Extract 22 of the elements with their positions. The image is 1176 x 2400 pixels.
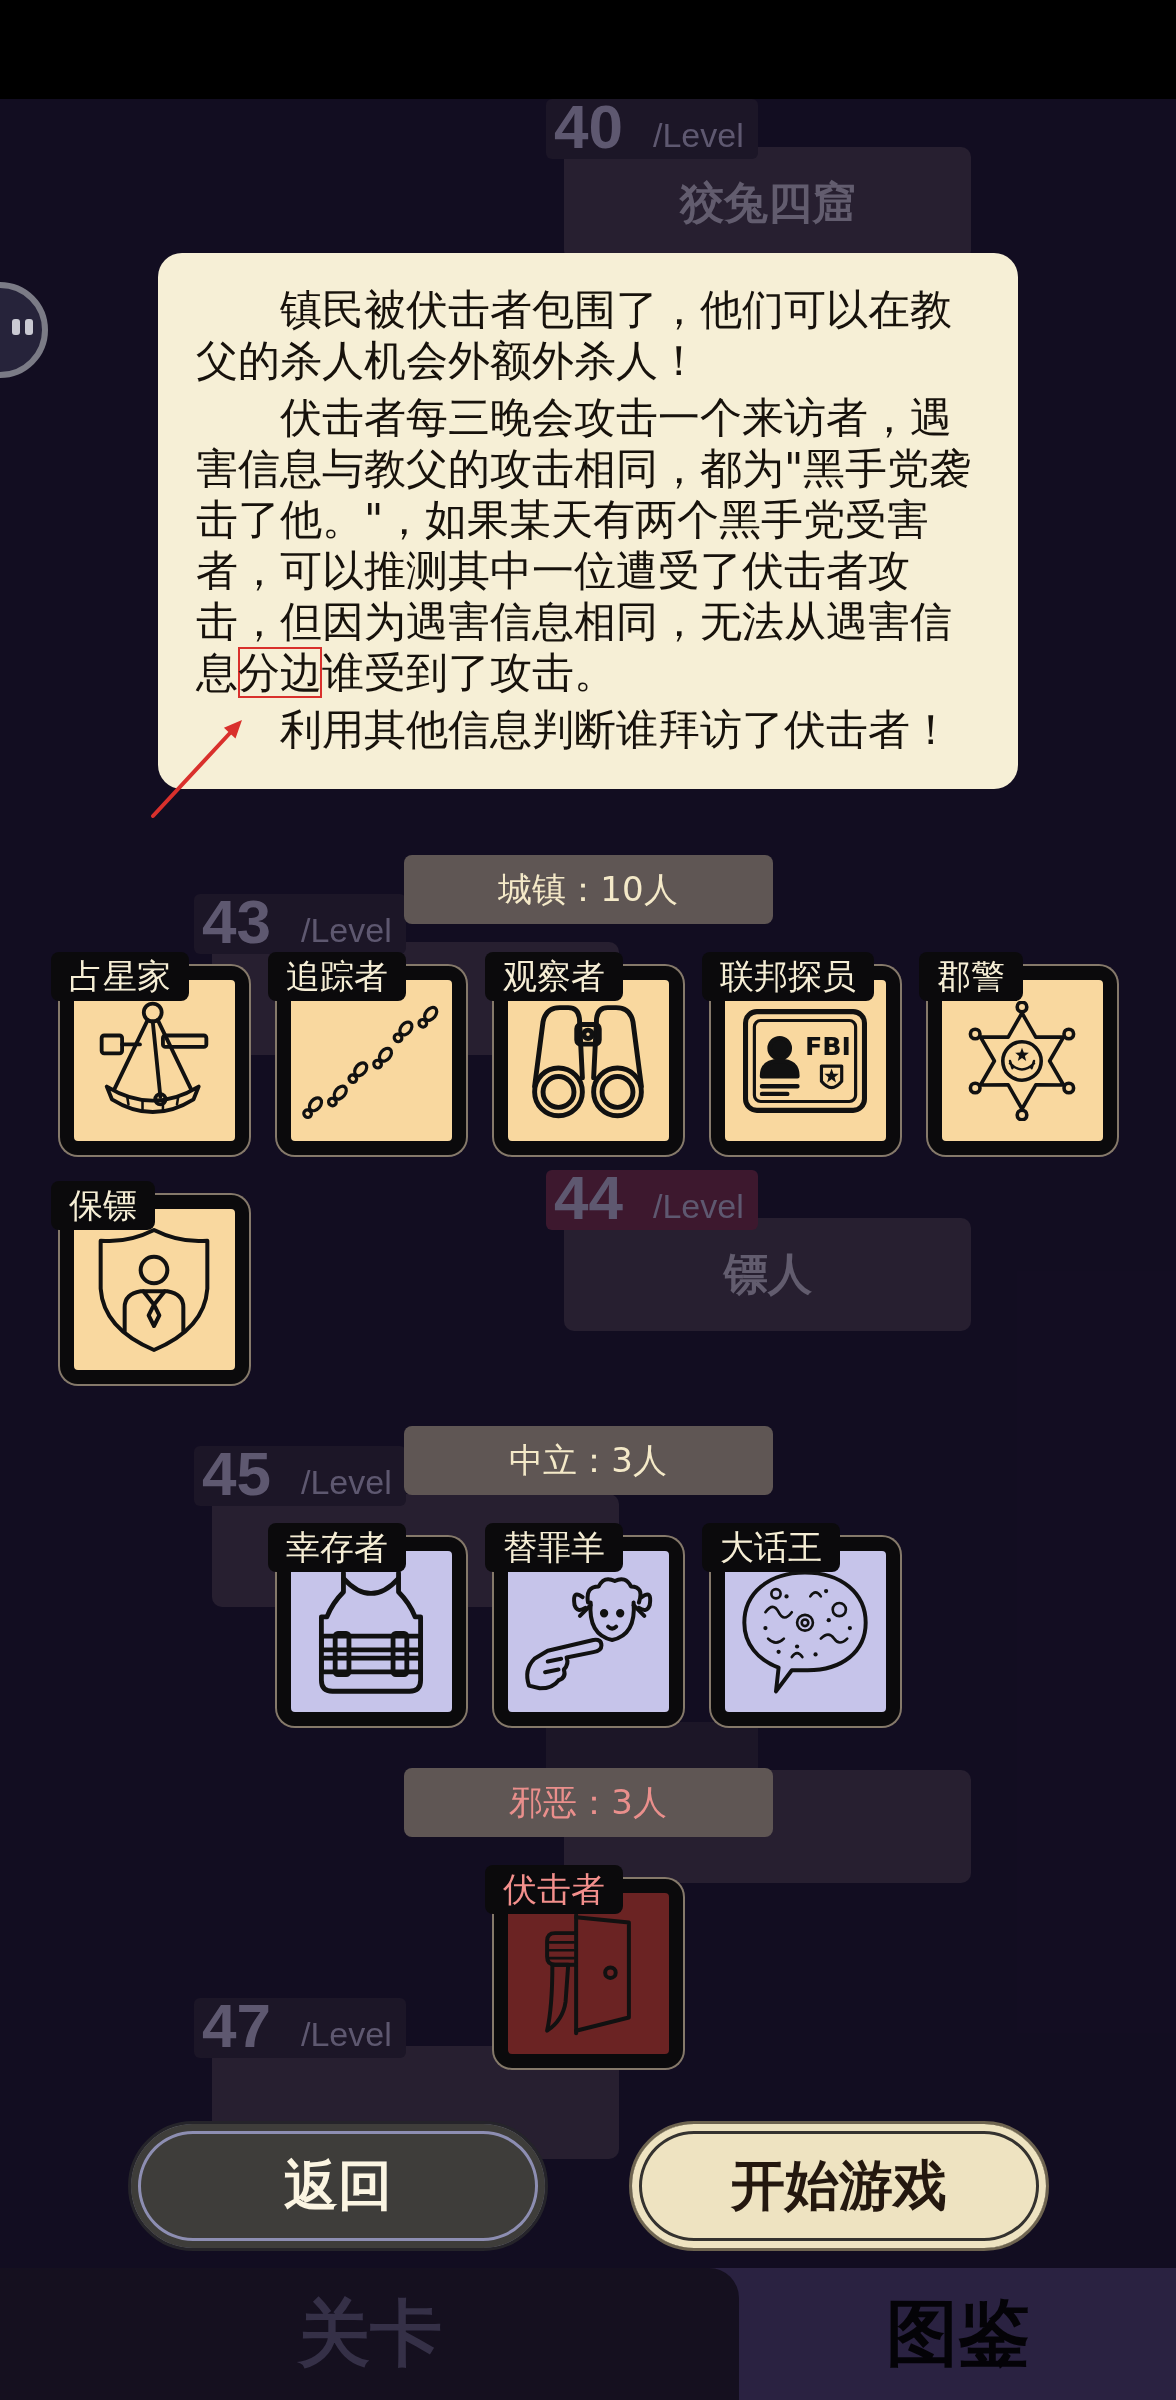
role-name-tag: 伏击者	[484, 1865, 623, 1914]
level-number: 43	[202, 894, 271, 950]
level-unit: /Level	[300, 2014, 392, 2054]
section-header: 中立：3人	[403, 1426, 773, 1495]
level-unit: /Level	[300, 910, 392, 950]
section-header: 城镇：10人	[403, 855, 773, 924]
role-name-tag: 联邦探员	[701, 952, 874, 1001]
card-label: FBI	[805, 1031, 851, 1061]
role-name-tag: 追踪者	[267, 952, 406, 1001]
tooltip-paragraph: 利用其他信息判断谁拜访了伏击者！	[279, 704, 953, 755]
role-name-tag: 郡警	[918, 952, 1023, 1001]
role-name-tag: 幸存者	[267, 1523, 406, 1572]
role-name-tag: 保镖	[50, 1181, 155, 1230]
role-name-tag: 观察者	[484, 952, 623, 1001]
level-unit: /Level	[300, 1462, 392, 1502]
section-header: 邪恶：3人	[403, 1768, 773, 1837]
role-name-tag: 大话王	[701, 1523, 840, 1572]
level-number: 47	[202, 1998, 271, 2054]
role-name-tag: 占星家	[50, 952, 189, 1001]
tooltip-paragraph: 镇民被伏击者包围了，他们可以在教父的杀人机会外额外杀人！	[196, 284, 953, 386]
level-number: 45	[202, 1446, 271, 1502]
role-name-tag: 替罪羊	[484, 1523, 623, 1572]
